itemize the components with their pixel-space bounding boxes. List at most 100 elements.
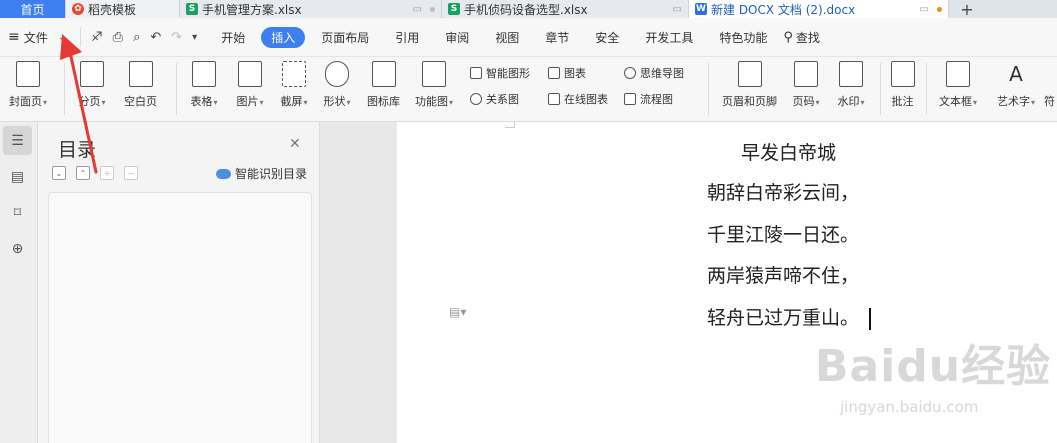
monitor-icon[interactable]: ▭: [673, 4, 682, 15]
tab-label: 稻壳模板: [88, 2, 137, 17]
blank-page-button[interactable]: 空白页: [113, 61, 169, 109]
toc-panel-icon[interactable]: ☰: [3, 126, 32, 155]
tab-status-dot: [430, 6, 435, 12]
search-button[interactable]: ⚲ 查找: [783, 29, 820, 46]
function-chart-icon: [422, 61, 446, 87]
poem-line: 朝辞白帝彩云间，: [707, 182, 860, 204]
add-tab-button[interactable]: +: [949, 0, 985, 19]
cover-page-button[interactable]: 封面页: [0, 61, 56, 109]
symbol-button[interactable]: 符: [1040, 61, 1057, 109]
tab-label: 新建 DOCX 文档 (2).docx: [711, 2, 856, 17]
document-area: 早发白帝城 朝辞白帝彩云间， 千里江陵一日还。 两岸猿声啼不住， 轻舟已过万重山…: [320, 122, 1057, 443]
chapter-icon[interactable]: ▤: [3, 162, 32, 191]
table-label: 表格: [190, 93, 217, 109]
page-break-label: 分页: [78, 93, 105, 109]
picture-label: 图片: [236, 93, 263, 109]
collapse-all-icon[interactable]: ⌄: [52, 166, 66, 180]
tab-label: 手机管理方案.xlsx: [202, 2, 302, 17]
menu-tab[interactable]: 视图: [485, 27, 529, 48]
tab-document-active[interactable]: W 新建 DOCX 文档 (2).docx ▭: [689, 0, 949, 18]
tab-label: 首页: [20, 2, 45, 17]
smart-toc-button[interactable]: 智能识别目录: [216, 165, 307, 182]
undo-icon[interactable]: ↶: [150, 30, 161, 45]
add-entry-icon[interactable]: +: [100, 166, 114, 180]
menu-tab[interactable]: 章节: [535, 27, 579, 48]
print-preview-icon[interactable]: ⌕: [133, 30, 140, 45]
menu-tab[interactable]: 审阅: [435, 27, 479, 48]
menu-bar: ≡ 文件 ⌄ ♐ ⎙ ⌕ ↶ ↷ ▾ 开始 插入 页面布局 引用 审阅 视图 章节 安全 开发工…: [0, 18, 1057, 57]
chart-icon: [548, 67, 560, 79]
relation-chart-label: 关系图: [486, 93, 519, 106]
word-art-button[interactable]: A 艺术字: [988, 61, 1044, 109]
menu-tab[interactable]: 引用: [385, 27, 429, 48]
remove-entry-icon[interactable]: −: [124, 166, 138, 180]
mind-map-icon: [624, 67, 636, 79]
menu-tab[interactable]: 特色功能: [709, 27, 777, 48]
icon-library-label: 图标库: [367, 95, 400, 108]
page-break-button[interactable]: 分页: [64, 61, 120, 109]
text-box-label: 文本框: [939, 93, 977, 109]
menu-tab[interactable]: 安全: [585, 27, 629, 48]
blank-page-label: 空白页: [124, 95, 157, 108]
find-icon[interactable]: ⊕: [3, 234, 32, 263]
header-footer-button[interactable]: 页眉和页脚: [712, 61, 788, 109]
watermark-icon: [839, 61, 863, 87]
search-label: 查找: [795, 30, 820, 45]
flowchart-label: 流程图: [640, 93, 673, 106]
flowchart-button[interactable]: 流程图: [624, 91, 673, 107]
symbol-label: 符: [1044, 95, 1055, 108]
shape-icon: [325, 61, 349, 87]
comment-button[interactable]: 批注: [875, 61, 931, 109]
relation-chart-button[interactable]: 关系图: [470, 91, 519, 107]
chart-button[interactable]: 图表: [548, 65, 586, 81]
online-chart-button[interactable]: 在线图表: [548, 91, 608, 107]
tab-home[interactable]: 首页: [0, 0, 66, 18]
robot-icon: [216, 168, 231, 179]
screenshot-label: 截屏: [280, 93, 307, 109]
menu-tab[interactable]: 插入: [261, 26, 306, 48]
comment-icon: [891, 61, 915, 87]
toc-list[interactable]: [48, 192, 312, 443]
document-page[interactable]: 早发白帝城 朝辞白帝彩云间， 千里江陵一日还。 两岸猿声啼不住， 轻舟已过万重山…: [397, 122, 1057, 443]
watermark-button[interactable]: 水印: [823, 61, 879, 109]
file-menu[interactable]: ≡ 文件 ⌄: [0, 29, 80, 46]
insert-ribbon: 封面页 分页 空白页 表格 图片 截屏 形状 图标库 功能图 智能图形 图表 思…: [0, 57, 1057, 122]
tab-spreadsheet-2[interactable]: S 手机侦码设备选型.xlsx ▭: [442, 0, 689, 18]
navigation-sidebar: ☰ ▤ ⌑ ⊕: [0, 122, 38, 443]
chevron-down-icon[interactable]: ⌄: [58, 32, 66, 43]
bookmark-icon[interactable]: ⌑: [3, 198, 32, 227]
online-chart-icon: [548, 93, 560, 105]
page-break-icon: [80, 61, 104, 87]
symbol-icon: [1040, 61, 1057, 87]
function-chart-button[interactable]: 功能图: [406, 61, 462, 109]
shape-label: 形状: [323, 93, 350, 109]
format-painter-icon[interactable]: ♐: [91, 30, 103, 45]
menu-tab[interactable]: 开始: [211, 27, 255, 48]
daoke-icon: ✿: [72, 3, 84, 15]
redo-icon[interactable]: ↷: [171, 30, 182, 45]
menu-tabs: 开始 插入 页面布局 引用 审阅 视图 章节 安全 开发工具 特色功能: [211, 26, 783, 48]
quick-access-toolbar: ♐ ⎙ ⌕ ↶ ↷ ▾: [80, 27, 207, 47]
smart-graphic-button[interactable]: 智能图形: [470, 65, 530, 81]
page-number-icon: [794, 61, 818, 87]
poem-line-text: 轻舟已过万重山。: [707, 307, 860, 329]
watermark-brand: Baidu经验: [815, 341, 1052, 392]
icon-library-button[interactable]: 图标库: [356, 61, 412, 109]
mind-map-button[interactable]: 思维导图: [624, 65, 684, 81]
text-box-icon: [946, 61, 970, 87]
expand-all-icon[interactable]: ⌃: [76, 166, 90, 180]
print-icon[interactable]: ⎙: [113, 30, 123, 45]
monitor-icon[interactable]: ▭: [920, 4, 929, 15]
menu-tab[interactable]: 页面布局: [311, 27, 379, 48]
more-icon[interactable]: ▾: [192, 32, 197, 43]
tab-daoke-templates[interactable]: ✿ 稻壳模板: [66, 0, 180, 18]
unsaved-dot: [937, 6, 942, 12]
function-chart-label: 功能图: [415, 93, 453, 109]
sheet-icon: S: [186, 3, 198, 15]
paragraph-handle-icon[interactable]: ▤▾: [449, 305, 466, 319]
menu-tab[interactable]: 开发工具: [635, 27, 703, 48]
text-box-button[interactable]: 文本框: [930, 61, 986, 109]
monitor-icon[interactable]: ▭: [413, 4, 422, 15]
tab-spreadsheet-1[interactable]: S 手机管理方案.xlsx ▭: [180, 0, 442, 18]
close-icon[interactable]: ✕: [289, 136, 301, 152]
